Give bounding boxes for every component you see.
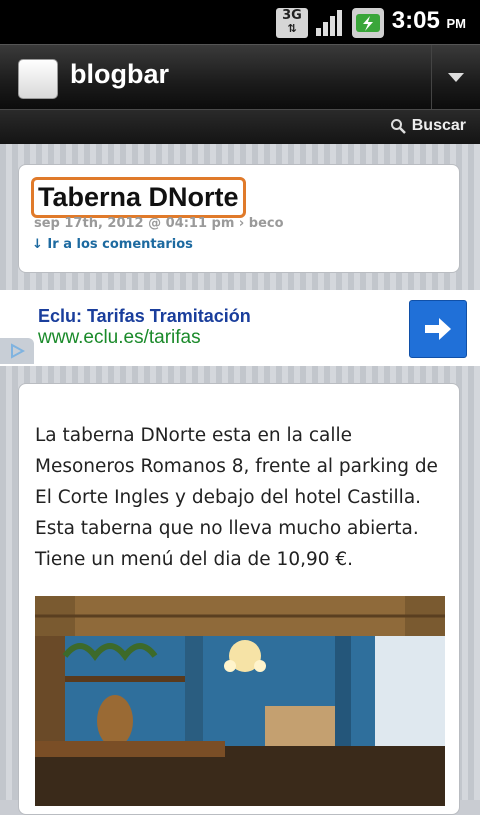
- post-body-text: La taberna DNorte esta en la calle Meson…: [35, 425, 438, 570]
- post-photo: [35, 596, 445, 806]
- app-logo-icon[interactable]: [18, 59, 58, 99]
- network-label: 3G: [282, 8, 302, 23]
- arrow-right-icon: [425, 318, 451, 340]
- network-3g-icon: 3G ⇅: [276, 8, 308, 38]
- search-bar: Buscar: [0, 109, 480, 144]
- ad-go-button[interactable]: [409, 300, 467, 358]
- battery-charging-icon: [352, 8, 384, 38]
- signal-icon: [314, 8, 346, 38]
- chevron-down-icon: [448, 73, 464, 82]
- post-meta: sep 17th, 2012 @ 04:11 pm › beco: [34, 216, 284, 231]
- clock: 3:05 PM: [392, 7, 466, 35]
- post-body-card: La taberna DNorte esta en la calle Meson…: [18, 383, 460, 815]
- app-bar: blogbar: [0, 44, 480, 109]
- post-title[interactable]: Taberna DNorte: [31, 177, 246, 218]
- app-title: blogbar: [70, 59, 169, 89]
- menu-dropdown-button[interactable]: [431, 45, 480, 109]
- post-header-card: Taberna DNorte sep 17th, 2012 @ 04:11 pm…: [18, 164, 460, 273]
- clock-ampm: PM: [446, 16, 467, 31]
- search-label: Buscar: [411, 117, 466, 134]
- ad-title[interactable]: Eclu: Tarifas Tramitación: [38, 306, 251, 327]
- tavern-interior-image: [35, 596, 445, 806]
- comments-link[interactable]: ↓ Ir a los comentarios: [32, 237, 193, 252]
- clock-time: 3:05: [391, 7, 440, 34]
- search-icon: [390, 119, 406, 134]
- ad-choices-icon[interactable]: [0, 338, 34, 364]
- status-bar: 3G ⇅ 3:05 PM: [0, 0, 480, 44]
- search-button[interactable]: Buscar: [390, 117, 466, 135]
- ad-url[interactable]: www.eclu.es/tarifas: [38, 327, 201, 349]
